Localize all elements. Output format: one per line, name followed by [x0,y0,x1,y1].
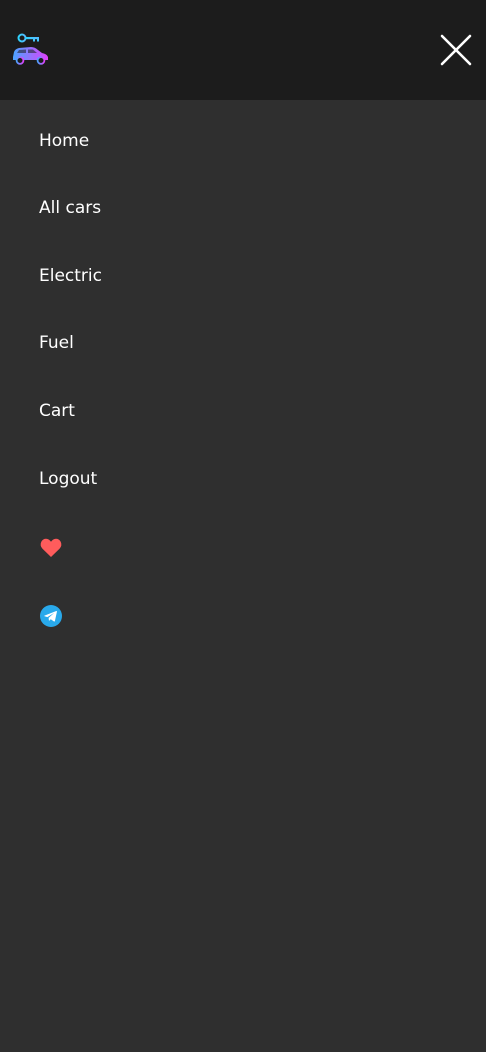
top-bar [0,0,486,100]
car-with-key-logo-icon[interactable] [11,33,51,67]
menu-item-all-cars[interactable]: All cars [39,196,101,220]
menu-item-fuel[interactable]: Fuel [39,331,74,355]
menu-item-logout[interactable]: Logout [39,467,97,491]
telegram-link[interactable] [39,604,63,628]
heart-icon [40,538,62,557]
menu-item-electric[interactable]: Electric [39,264,102,288]
close-menu-button[interactable] [437,31,475,69]
navigation-menu: Home All cars Electric Fuel Cart Logout [0,100,486,1052]
menu-item-home[interactable]: Home [39,129,89,153]
telegram-icon [40,605,62,627]
favorites-link[interactable] [39,536,63,560]
close-icon [440,34,472,66]
menu-item-cart[interactable]: Cart [39,399,75,423]
